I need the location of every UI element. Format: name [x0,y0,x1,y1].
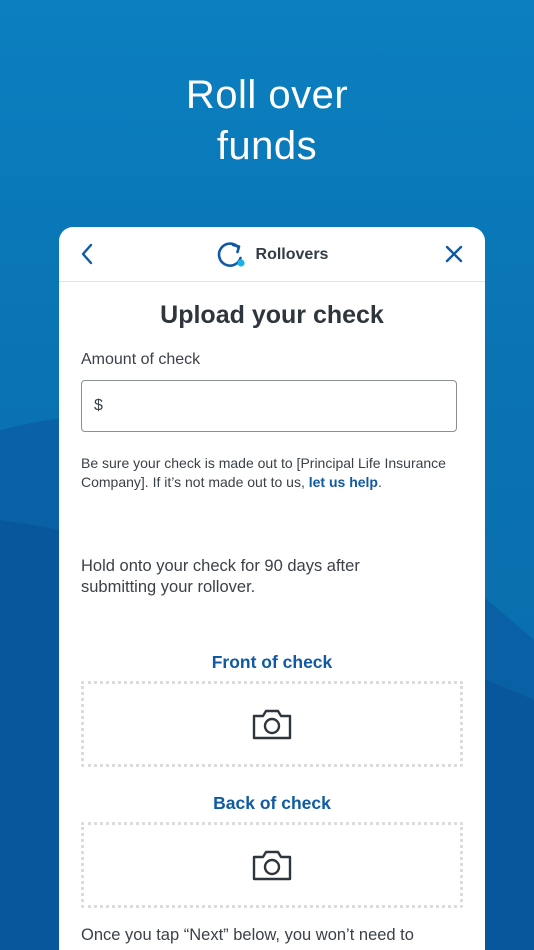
payee-note-end: . [377,474,382,490]
nav-title: Rollovers [255,246,329,263]
headline-line-1: Roll over [185,73,349,117]
currency-prefix: $ [94,397,103,414]
headline-line-2: funds [216,124,318,168]
close-button[interactable] [443,242,465,266]
front-of-check-upload[interactable] [81,681,463,767]
amount-field[interactable]: $ [81,380,457,432]
headline: Roll over funds [0,70,534,172]
payee-note: Be sure your check is made out to [Princ… [81,454,461,492]
rollover-refresh-icon [217,242,245,267]
hold-check-note: Hold onto your check for 90 days after s… [81,557,360,596]
let-us-help-link[interactable]: let us help [309,474,378,490]
amount-label: Amount of check [81,351,201,368]
amount-input[interactable] [108,397,429,415]
payee-note-text: Be sure your check is made out to [Princ… [81,455,446,490]
camera-icon [252,709,292,740]
page-title: Upload your check [160,301,384,329]
rollover-card: Rollovers Upload your check Amount of ch… [59,227,485,950]
front-of-check-label: Front of check [211,652,333,672]
camera-icon [252,850,292,881]
nav-bar: Rollovers [59,227,485,282]
next-step-note: Once you tap “Next” below, you won’t nee… [81,926,414,944]
back-of-check-upload[interactable] [81,822,463,908]
close-icon [445,245,463,263]
back-of-check-label: Back of check [213,793,331,813]
nav-title-group: Rollovers [59,241,485,269]
